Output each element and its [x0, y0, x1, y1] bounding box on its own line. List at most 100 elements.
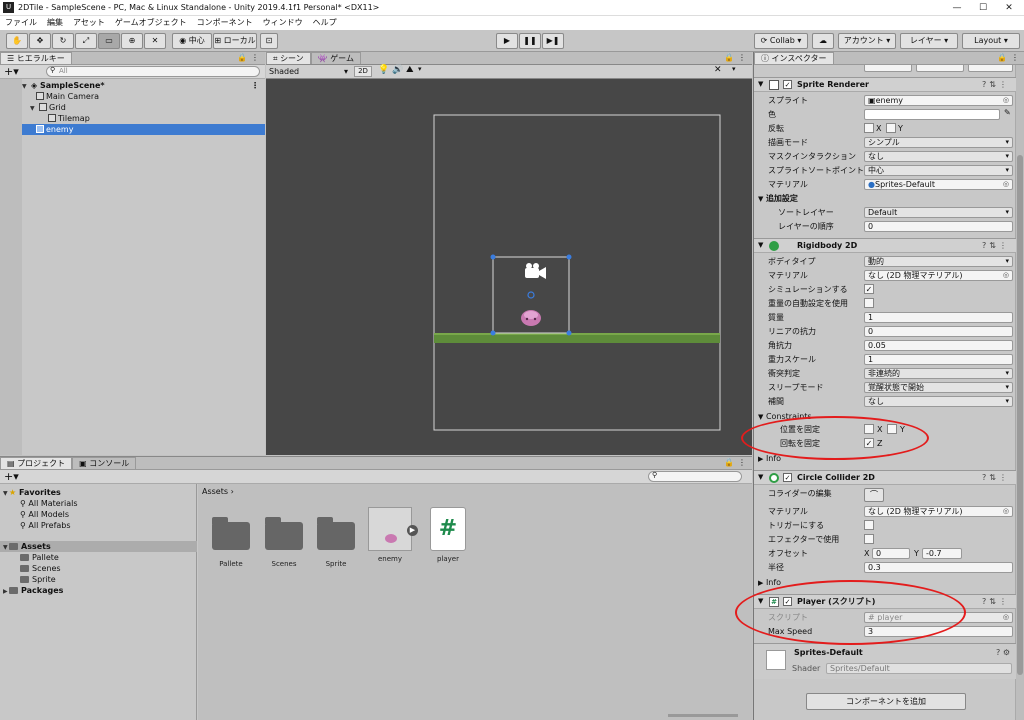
expand-arrow-icon[interactable]: ▶ — [407, 525, 418, 536]
tab-console[interactable]: ▣ コンソール — [72, 457, 137, 469]
linear-drag-field[interactable]: 0 — [864, 326, 1013, 337]
foldout-triangle-icon[interactable]: ▼ — [758, 239, 763, 252]
inspector-scrollbar[interactable] — [1015, 65, 1024, 720]
step-button[interactable]: ▶❚ — [542, 33, 564, 49]
asset-script-player[interactable]: # player — [424, 507, 472, 563]
list-item[interactable]: ▼ Grid — [22, 102, 265, 113]
panel-menu-icon[interactable]: ⋮ — [251, 53, 259, 62]
radius-field[interactable]: 0.3 — [864, 562, 1013, 573]
gravity-field[interactable]: 1 — [864, 354, 1013, 365]
close-button[interactable]: ✕ — [996, 1, 1022, 15]
tree-item-pallete[interactable]: Pallete — [20, 552, 197, 563]
list-item[interactable]: Main Camera — [22, 91, 265, 102]
additional-settings-foldout[interactable]: ▼ 追加設定 — [754, 193, 1016, 205]
sort-point-dropdown[interactable]: 中心 — [864, 165, 1013, 176]
rb-material-field[interactable]: なし (2D 物理マテリアル) — [864, 270, 1013, 281]
collision-dropdown[interactable]: 非連続的 — [864, 368, 1013, 379]
menu-window[interactable]: ウィンドウ — [258, 16, 308, 30]
flip-y-checkbox[interactable] — [886, 123, 896, 133]
foldout-triangle-icon[interactable]: ▼ — [754, 195, 763, 203]
pause-button[interactable]: ❚❚ — [519, 33, 541, 49]
tree-item-scenes[interactable]: Scenes — [20, 563, 197, 574]
cloud-icon[interactable]: ☁ — [812, 33, 834, 49]
list-item[interactable]: Tilemap — [22, 113, 265, 124]
enable-checkbox[interactable]: ✓ — [783, 473, 792, 482]
trigger-checkbox[interactable] — [864, 520, 874, 530]
tree-item-favorites[interactable]: ▼★ Favorites — [0, 487, 197, 498]
flip-x-checkbox[interactable] — [864, 123, 874, 133]
hand-tool-icon[interactable]: ✋ — [6, 33, 28, 49]
tree-item-all-materials[interactable]: ⚲ All Materials — [20, 498, 197, 509]
expand-triangle-icon[interactable]: ▶ — [0, 586, 9, 597]
tab-hierarchy[interactable]: ☰ ヒエラルキー — [0, 52, 72, 64]
angular-drag-field[interactable]: 0.05 — [864, 340, 1013, 351]
rect-handle-bottom-left[interactable] — [490, 330, 496, 336]
2d-mode-toggle[interactable]: 2D — [354, 66, 372, 77]
scrollbar-thumb[interactable] — [1017, 155, 1023, 675]
pivot-toggle[interactable]: ◉ 中心 — [172, 33, 212, 49]
simulated-checkbox[interactable]: ✓ — [864, 284, 874, 294]
play-button[interactable]: ▶ — [496, 33, 518, 49]
tree-item-all-models[interactable]: ⚲ All Models — [20, 509, 197, 520]
scale-z-field[interactable] — [968, 65, 1013, 72]
component-actions-icon[interactable]: ?⇅⋮ — [982, 78, 1010, 91]
tab-scene[interactable]: ⌗ シーン — [266, 52, 311, 64]
foldout-triangle-icon[interactable]: ▶ — [754, 579, 763, 587]
cc-material-field[interactable]: なし (2D 物理マテリアル) — [864, 506, 1013, 517]
material-field[interactable]: ●Sprites-Default — [864, 179, 1013, 190]
maximize-button[interactable]: ☐ — [970, 1, 996, 15]
expand-triangle-icon[interactable]: ▼ — [0, 542, 9, 553]
grid-snap-icon[interactable]: ⊡ — [260, 33, 278, 49]
lock-icon[interactable]: 🔒 — [997, 53, 1007, 62]
scene-viewport[interactable] — [266, 79, 752, 455]
rect-handle-bottom-right[interactable] — [566, 330, 572, 336]
rect-handle-top-right[interactable] — [566, 254, 572, 260]
asset-folder-pallete[interactable]: Pallete — [207, 514, 255, 568]
component-actions-icon[interactable]: ?⇅⋮ — [982, 239, 1010, 252]
space-toggle[interactable]: ⊞ ローカル — [213, 33, 257, 49]
tab-game[interactable]: 👾 ゲーム — [310, 52, 361, 64]
pivot-handle[interactable] — [527, 291, 535, 299]
lock-icon[interactable]: 🔒 — [237, 53, 247, 62]
asset-sprite-enemy[interactable]: enemy ▶ — [366, 507, 418, 563]
circle-collider-header[interactable]: ▼ ✓ Circle Collider 2D ?⇅⋮ — [754, 470, 1016, 485]
enemy-sprite[interactable] — [521, 310, 541, 326]
menu-gameobject[interactable]: ゲームオブジェクト — [110, 16, 192, 30]
zoom-slider[interactable] — [668, 714, 738, 717]
create-icon[interactable]: +▾ — [4, 65, 19, 78]
tree-item-all-prefabs[interactable]: ⚲ All Prefabs — [20, 520, 197, 531]
lock-icon[interactable]: 🔒 — [724, 53, 734, 62]
item-menu-icon[interactable]: ⋮ — [251, 80, 259, 91]
component-actions-icon[interactable]: ?⇅⋮ — [982, 595, 1010, 608]
component-actions-icon[interactable]: ?⇅⋮ — [982, 471, 1010, 484]
tree-item-packages[interactable]: ▶ Packages — [0, 585, 197, 596]
chevron-down-icon[interactable]: ▾ — [732, 65, 736, 73]
effector-checkbox[interactable] — [864, 534, 874, 544]
offset-x-field[interactable]: 0 — [872, 548, 910, 559]
tools-icon[interactable]: ✕ — [714, 65, 722, 75]
minimize-button[interactable]: — — [944, 1, 970, 15]
mask-dropdown[interactable]: なし — [864, 151, 1013, 162]
lighting-icon[interactable]: 💡 — [378, 65, 389, 75]
breadcrumb[interactable]: Assets › — [202, 487, 234, 496]
panel-menu-icon[interactable]: ⋮ — [738, 458, 746, 467]
offset-y-field[interactable]: -0.7 — [922, 548, 962, 559]
body-type-dropdown[interactable]: 動的 — [864, 256, 1013, 267]
tree-item-assets[interactable]: ▼ Assets — [0, 541, 197, 552]
order-field[interactable]: 0 — [864, 221, 1013, 232]
move-tool-icon[interactable]: ✥ — [29, 33, 51, 49]
audio-icon[interactable]: 🔊 — [392, 65, 403, 75]
tree-item-sprite[interactable]: Sprite — [20, 574, 197, 585]
add-component-button[interactable]: コンポーネントを追加 — [806, 693, 966, 710]
eyedropper-icon[interactable]: ✎ — [1004, 108, 1011, 117]
effects-icon[interactable]: ⛰ — [406, 65, 414, 75]
foldout-triangle-icon[interactable]: ▶ — [754, 455, 763, 463]
edit-collider-button[interactable]: ⌒ — [864, 488, 884, 502]
menu-file[interactable]: ファイル — [0, 16, 42, 30]
lock-icon[interactable]: 🔒 — [724, 458, 734, 467]
tab-inspector[interactable]: ⓘ インスペクター — [754, 52, 834, 64]
asset-folder-scenes[interactable]: Scenes — [260, 514, 308, 568]
list-item[interactable]: ▼ ◈ SampleScene* ⋮ — [22, 80, 265, 91]
sleep-dropdown[interactable]: 覚醒状態で開始 — [864, 382, 1013, 393]
foldout-triangle-icon[interactable]: ▼ — [758, 471, 763, 484]
